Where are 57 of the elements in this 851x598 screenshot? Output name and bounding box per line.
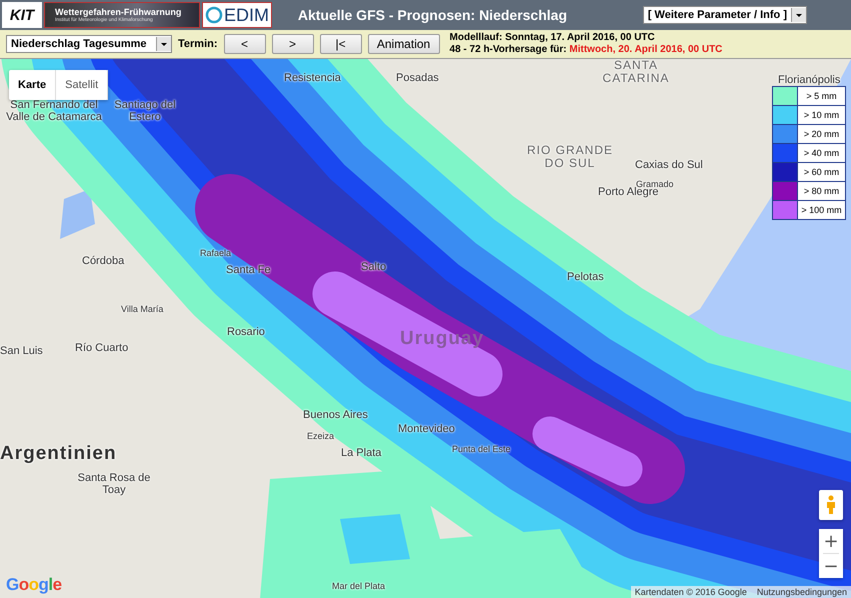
legend-label: > 5 mm [805, 90, 838, 103]
banner-title: Wettergefahren-Frühwarnung [55, 7, 182, 17]
map-label: Montevideo [398, 423, 455, 436]
next-button[interactable]: > [272, 34, 314, 54]
map-label: Santa Rosa de Toay [76, 472, 152, 496]
google-logo: Google [6, 575, 62, 595]
kit-logo: KIT [2, 2, 42, 28]
map-label: Resistencia [284, 72, 341, 84]
legend-label: > 10 mm [802, 109, 840, 122]
termin-label: Termin: [178, 38, 218, 50]
first-button[interactable]: |< [320, 34, 362, 54]
forecast-text: 48 - 72 h-Vorhersage für: Mittwoch, 20. April 2016, 00 UTC [450, 44, 722, 56]
circle-logo-icon [205, 6, 223, 24]
map-label: Porto Alegre [598, 186, 659, 198]
map-label: Villa María [121, 305, 164, 315]
map-label: Córdoba [82, 255, 124, 268]
animation-button[interactable]: Animation [368, 34, 440, 54]
map-label: Argentinien [0, 444, 117, 465]
info-select[interactable]: [ Weitere Parameter / Info ] [642, 6, 807, 24]
map-label: Rafaela [200, 249, 232, 259]
map-label: Santiago del Estero [113, 99, 177, 124]
map-label: Florianópolis [778, 74, 840, 86]
map-label: Santa Fe [226, 264, 271, 276]
edim-text: EDIM [224, 4, 269, 26]
model-run-text: Modelllauf: Sonntag, 17. April 2016, 00 UTC [450, 32, 656, 44]
map-label: Ezeiza [307, 432, 334, 442]
map-label: RIO GRANDE DO SUL [526, 144, 614, 170]
map-label: Río Cuarto [75, 342, 128, 354]
map-label: Mar del Plata [332, 582, 386, 592]
zoom-out-button[interactable]: − [819, 554, 843, 578]
terms-link[interactable]: Nutzungsbedingungen [756, 587, 847, 597]
page-title: Aktuelle GFS - Prognosen: Niederschlag [296, 7, 568, 23]
map-label: Caxias do Sul [635, 159, 703, 172]
map-label: Posadas [396, 72, 439, 84]
street-view-control[interactable] [819, 490, 843, 520]
zoom-in-button[interactable]: + [819, 529, 843, 553]
legend-label: > 100 mm [800, 204, 843, 217]
previous-button[interactable]: < [224, 34, 266, 54]
map-label: Punta del Este [452, 445, 511, 455]
pegman-icon [826, 495, 836, 515]
legend-label: > 60 mm [802, 166, 840, 179]
map-label: San Luis [0, 345, 43, 358]
caret-icon [156, 37, 171, 51]
map-type-tab[interactable]: Karte [9, 70, 56, 100]
legend-label: > 80 mm [802, 185, 840, 198]
map-label: La Plata [341, 447, 382, 460]
legend-label: > 40 mm [802, 147, 840, 160]
map-label: Gramado [636, 180, 674, 189]
legend-label: > 20 mm [802, 128, 840, 141]
map-label: Pelotas [567, 271, 604, 284]
parameter-select[interactable]: Niederschlag Tagesumme [6, 35, 172, 53]
attribution-text: Kartendaten © 2016 Google [634, 587, 747, 597]
map-label: Buenos Aires [303, 409, 368, 422]
caret-icon [791, 8, 806, 22]
map-type-tab[interactable]: Satellit [56, 70, 108, 100]
map-label: Rosario [227, 326, 265, 338]
map-label: SANTA CATARINA [602, 59, 670, 86]
